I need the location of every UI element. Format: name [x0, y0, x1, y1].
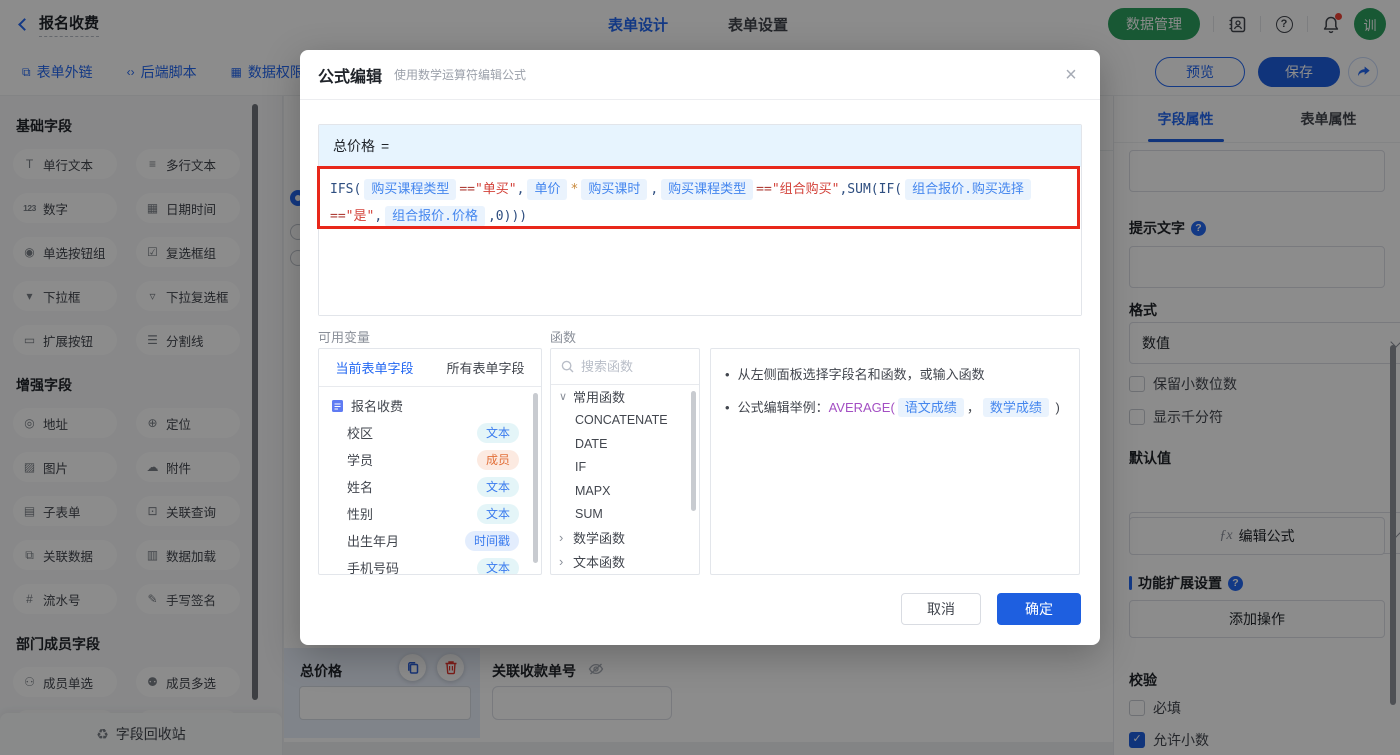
variable-row[interactable]: 校区 文本: [319, 419, 541, 446]
function-row-label: 常用函数: [573, 390, 626, 406]
field-type-badge: 文本: [476, 476, 519, 497]
functions-label: 函数: [550, 330, 577, 345]
variable-row[interactable]: 学员 成员: [319, 446, 541, 473]
formula-token[interactable]: ==: [330, 209, 346, 224]
field-type-badge: 文本: [476, 557, 519, 574]
example-token: 语文成绩: [897, 398, 964, 417]
formula-token[interactable]: ,: [517, 182, 525, 197]
formula-token[interactable]: 购买课程类型: [661, 179, 754, 200]
variable-rows: 校区 文本 学员 成员 姓名 文本 性别 文本 出生年月 时间戳 手机号码 文本: [319, 419, 541, 575]
function-row-label: CONCATENATE: [575, 413, 668, 428]
variable-name: 校区: [347, 426, 374, 441]
tip-line: • 从左侧面板选择字段名和函数，或输入函数: [725, 364, 1065, 386]
variable-row[interactable]: 性别 文本: [319, 500, 541, 527]
variable-row[interactable]: 出生年月 时间戳: [319, 527, 541, 554]
function-search: [551, 349, 699, 385]
tree-chevron-icon: [559, 554, 563, 569]
example-token: ): [1051, 400, 1060, 415]
tip-text: 从左侧面板选择字段名和函数，或输入函数: [737, 367, 985, 382]
field-type-badge: 文本: [476, 503, 519, 524]
function-row-label: 数学函数: [573, 531, 626, 547]
formula-token[interactable]: 组合报价.购买选择: [905, 179, 1031, 200]
formula-token[interactable]: *: [570, 182, 578, 197]
app-root: 报名收费 表单设计 表单设置 数据管理 训: [0, 0, 1400, 755]
formula-input-area[interactable]: IFS(购买课程类型 =="单买", 单价 * 购买课时, 购买课程类型 =="组合购买",…: [319, 167, 1081, 315]
variables-tab[interactable]: 所有表单字段: [430, 349, 541, 386]
formula-target-field: 总价格: [333, 138, 375, 154]
variable-row[interactable]: 手机号码 文本: [319, 554, 541, 575]
example-token: ，: [966, 400, 980, 415]
equals-sign: =: [381, 138, 390, 154]
search-icon: [561, 360, 574, 373]
function-row[interactable]: SUM: [551, 503, 699, 527]
formula-token[interactable]: ==: [756, 182, 772, 197]
function-row-label: SUM: [575, 507, 603, 522]
function-row-label: DATE: [575, 436, 608, 451]
variable-name: 学员: [347, 453, 374, 468]
bullet: •: [725, 367, 730, 382]
formula-token[interactable]: ,0))): [488, 209, 527, 224]
formula-editor-modal: 公式编辑 使用数学运算符编辑公式 × 总价格 = IFS(购买课程类型 =="单买…: [300, 50, 1100, 645]
modal-title: 公式编辑: [318, 68, 383, 86]
example-token: AVERAGE(: [828, 400, 895, 415]
function-row-label: 文本函数: [573, 554, 626, 570]
variables-tab[interactable]: 当前表单字段: [319, 349, 430, 386]
variables-scrollbar[interactable]: [533, 393, 538, 563]
variables-label: 可用变量: [318, 330, 371, 345]
field-type-badge: 成员: [476, 449, 519, 470]
modal-header: 公式编辑 使用数学运算符编辑公式: [300, 50, 1100, 100]
function-row[interactable]: CONCATENATE: [551, 409, 699, 433]
formula-token[interactable]: IFS(: [330, 182, 361, 197]
function-row[interactable]: MAPX: [551, 479, 699, 503]
confirm-button[interactable]: 确定: [997, 593, 1081, 625]
form-node-label: 报名收费: [351, 399, 404, 414]
tip-example: 公式编辑举例：AVERAGE(语文成绩，数学成绩 ): [737, 398, 1060, 417]
tree-chevron-icon: [559, 390, 567, 403]
function-row[interactable]: DATE: [551, 432, 699, 456]
modal-subtitle: 使用数学运算符编辑公式: [394, 68, 527, 82]
variable-name: 手机号码: [347, 561, 400, 575]
cancel-button[interactable]: 取消: [901, 593, 981, 625]
function-row[interactable]: 常用函数: [551, 385, 699, 409]
function-row-label: MAPX: [575, 483, 611, 498]
variable-name: 性别: [347, 507, 374, 522]
formula-token[interactable]: ,: [650, 182, 658, 197]
formula-token[interactable]: 购买课程类型: [364, 179, 457, 200]
variable-name: 姓名: [347, 480, 374, 495]
formula-token[interactable]: 购买课时: [581, 179, 648, 200]
functions-panel: 常用函数 CONCATENATE DATE IF: [550, 348, 700, 575]
example-token: 数学成绩: [982, 398, 1049, 417]
variables-tree: 报名收费 校区 文本 学员 成员 姓名 文本 性别 文本 出生年月 时间戳 手机…: [319, 387, 541, 575]
function-row[interactable]: 数学函数: [551, 526, 699, 550]
function-row[interactable]: IF: [551, 456, 699, 480]
function-row-label: IF: [575, 460, 587, 475]
tree-form-node[interactable]: 报名收费: [319, 392, 541, 419]
field-type-badge: 文本: [476, 422, 519, 443]
field-type-badge: 时间戳: [464, 530, 519, 551]
formula-token[interactable]: ==: [459, 182, 475, 197]
bullet: •: [725, 400, 730, 415]
variables-panel: 当前表单字段 所有表单字段 报名收费 校区 文本 学员 成员 姓名 文本 性别 …: [318, 348, 542, 575]
function-rows: 常用函数 CONCATENATE DATE IF: [551, 385, 699, 573]
variable-name: 出生年月: [347, 534, 400, 549]
formula-token[interactable]: ,: [374, 209, 382, 224]
tree-chevron-icon: [559, 530, 563, 545]
formula-token[interactable]: 组合报价.价格: [385, 206, 485, 227]
formula-target-bar: 总价格 =: [319, 125, 1081, 167]
function-search-input[interactable]: [581, 359, 681, 374]
formula-token[interactable]: 单价: [527, 179, 568, 200]
variable-row[interactable]: 姓名 文本: [319, 473, 541, 500]
formula-token[interactable]: "单买": [475, 182, 517, 197]
formula-editor: 总价格 = IFS(购买课程类型 =="单买", 单价 * 购买课时, 购买课程类型 =="…: [318, 124, 1082, 316]
formula-token[interactable]: "组合购买": [772, 182, 840, 197]
formula-token[interactable]: ,SUM(IF(: [839, 182, 902, 197]
form-doc-icon: [332, 399, 343, 412]
formula-token[interactable]: "是": [346, 209, 375, 224]
variables-tabs: 当前表单字段 所有表单字段: [319, 349, 541, 387]
tip-line-example: • 公式编辑举例：AVERAGE(语文成绩，数学成绩 ): [725, 397, 1065, 419]
function-row[interactable]: 文本函数: [551, 550, 699, 574]
functions-scrollbar[interactable]: [691, 391, 696, 511]
formula-tips-panel: • 从左侧面板选择字段名和函数，或输入函数 • 公式编辑举例：AVERAGE(语…: [710, 348, 1080, 575]
close-icon[interactable]: ×: [1058, 62, 1084, 88]
